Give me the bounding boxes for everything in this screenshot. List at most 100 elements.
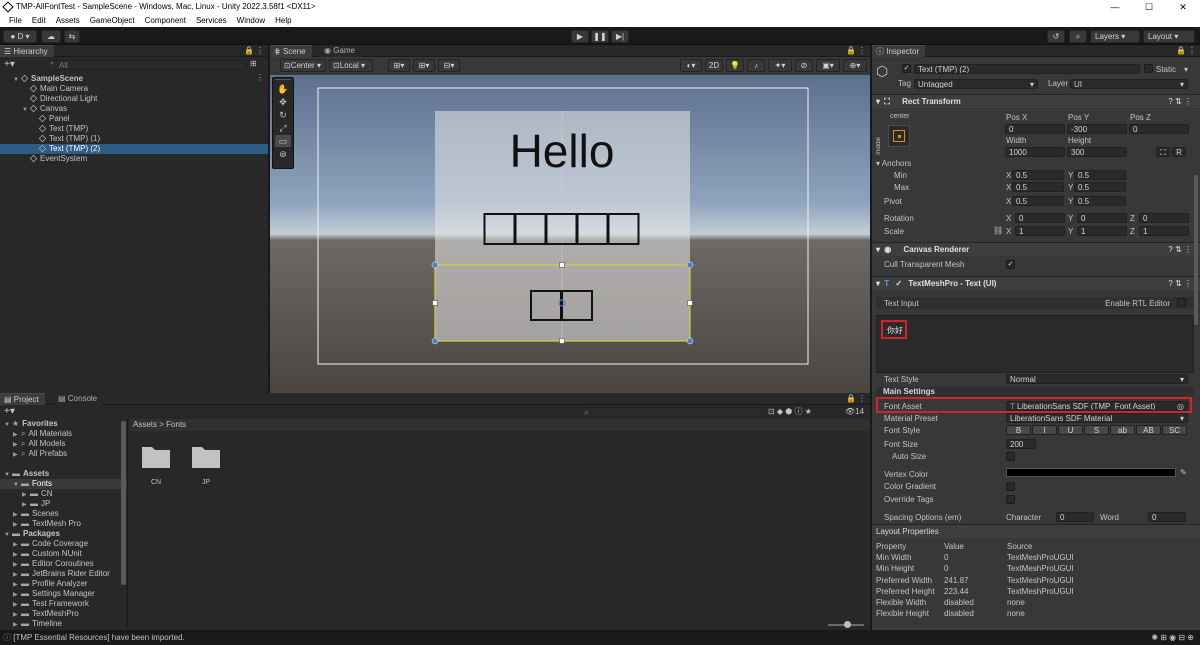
foldout-icon[interactable]: ▶ xyxy=(13,620,21,630)
anchor-max-y-field[interactable]: 0.5 xyxy=(1074,182,1126,192)
snap-icon[interactable]: ⊞▾ xyxy=(388,59,410,72)
scale-x-field[interactable]: 1 xyxy=(1015,226,1065,236)
pivot-dropdown[interactable]: ⊡Center ▾ xyxy=(280,59,326,72)
tab-scene[interactable]: ⋕ Scene xyxy=(270,45,312,57)
anchor-min-x-field[interactable]: 0.5 xyxy=(1012,170,1064,180)
project-tree-item[interactable]: ▼ ▬ Assets xyxy=(0,469,127,479)
hidden-objects-icon[interactable]: ⊘ xyxy=(795,59,813,72)
menu-help[interactable]: Help xyxy=(270,14,296,27)
menu-assets[interactable]: Assets xyxy=(51,14,85,27)
scale-tool-icon[interactable]: ⤢ xyxy=(275,122,291,134)
camera-icon[interactable]: ▣▾ xyxy=(816,59,840,72)
tab-hierarchy[interactable]: ☰ Hierarchy xyxy=(0,45,54,57)
minimize-button[interactable]: — xyxy=(1098,0,1132,14)
font-style-u-button[interactable]: U xyxy=(1058,425,1083,435)
account-button[interactable]: ● D ▾ xyxy=(3,30,37,43)
hierarchy-item[interactable]: Directional Light xyxy=(0,94,268,104)
scale-y-field[interactable]: 1 xyxy=(1077,226,1127,236)
increment-snap-icon[interactable]: ⊟▾ xyxy=(438,59,460,72)
folder-cn[interactable]: CN xyxy=(140,443,176,489)
lock-icon[interactable]: 🔒 xyxy=(846,394,856,403)
resize-handle[interactable] xyxy=(559,262,565,268)
component-menu-icon[interactable]: ? ⇅ ⋮ xyxy=(1168,243,1192,257)
component-menu-icon[interactable]: ? ⇅ ⋮ xyxy=(1168,277,1192,291)
vertex-color-swatch[interactable] xyxy=(1006,468,1176,477)
pivot-y-field[interactable]: 0.5 xyxy=(1074,196,1126,206)
gizmos-icon[interactable]: ⊕▾ xyxy=(843,59,867,72)
menu-component[interactable]: Component xyxy=(140,14,191,27)
lock-icon[interactable]: 🔒 xyxy=(1176,46,1186,55)
text-style-dropdown[interactable]: Normal ▾ xyxy=(1006,374,1188,384)
hierarchy-item[interactable]: Main Camera xyxy=(0,84,268,94)
pos-x-field[interactable]: 0 xyxy=(1005,124,1065,134)
scene-menu-icon[interactable]: ⋮ xyxy=(256,73,264,82)
foldout-icon[interactable]: ▾ xyxy=(872,245,880,254)
status-message[interactable]: [TMP Essential Resources] have been impo… xyxy=(13,633,185,642)
tab-inspector[interactable]: ⓘ Inspector xyxy=(872,45,926,57)
history-icon[interactable]: ↺ xyxy=(1047,30,1065,43)
menu-file[interactable]: File xyxy=(4,14,27,27)
pause-button[interactable]: ❚❚ xyxy=(591,30,609,43)
project-tree-scrollbar[interactable] xyxy=(121,421,126,585)
hierarchy-item[interactable]: Text (TMP) (1) xyxy=(0,134,268,144)
layout-dropdown[interactable]: Layout ▾ xyxy=(1143,30,1195,43)
scene-viewport[interactable]: Hello xyxy=(270,75,870,393)
add-icon[interactable]: +▾ xyxy=(4,406,15,417)
step-button[interactable]: ▶| xyxy=(611,30,629,43)
hierarchy-item[interactable]: Panel xyxy=(0,114,268,124)
lock-icon[interactable]: 🔒 xyxy=(244,46,254,55)
more-menu-icon[interactable]: ⋮ xyxy=(858,46,866,55)
character-spacing-field[interactable]: 0 xyxy=(1056,512,1094,522)
anchor-handle[interactable] xyxy=(686,337,694,345)
project-tree-item[interactable]: ▶ ▬ Settings Manager xyxy=(0,589,127,599)
font-style-sc-button[interactable]: SC xyxy=(1162,425,1187,435)
project-tree-item[interactable]: ▶ ▬ Editor Coroutines xyxy=(0,559,127,569)
hand-tool-icon[interactable]: ✋ xyxy=(275,83,291,95)
anchor-handle[interactable] xyxy=(686,261,694,269)
project-tree-item[interactable]: ▼ ▬ Packages xyxy=(0,529,127,539)
anchor-min-y-field[interactable]: 0.5 xyxy=(1074,170,1126,180)
status-icons[interactable]: ✺ ⊞ ◉ ⊟ ⊕ xyxy=(1151,631,1194,645)
foldout-icon[interactable]: ▾ xyxy=(872,97,880,106)
draw-mode-icon[interactable]: ◐▾ xyxy=(680,59,702,72)
search-icon[interactable]: ⌕ xyxy=(1069,30,1087,43)
grid-icon[interactable]: ⊞▾ xyxy=(413,59,435,72)
project-tree-item[interactable]: ▶ ▬ JP xyxy=(0,499,127,509)
menu-services[interactable]: Services xyxy=(191,14,232,27)
font-style-ab-button[interactable]: ab xyxy=(1110,425,1135,435)
hierarchy-item[interactable]: Text (TMP) xyxy=(0,124,268,134)
resize-handle[interactable] xyxy=(559,338,565,344)
tmp-enabled-checkbox[interactable]: ✓ xyxy=(891,279,902,288)
more-menu-icon[interactable]: ⋮ xyxy=(858,394,866,403)
resize-handle[interactable] xyxy=(432,300,438,306)
static-checkbox[interactable] xyxy=(1144,64,1153,73)
word-spacing-field[interactable]: 0 xyxy=(1148,512,1186,522)
hierarchy-item[interactable]: ▼ SampleScene xyxy=(0,74,268,84)
project-tree-item[interactable]: ▶ ⌕ All Materials xyxy=(0,429,127,439)
collab-icon[interactable]: ⇆ xyxy=(64,30,80,43)
anchors-foldout[interactable]: ▾ Anchors xyxy=(876,159,911,168)
text-input-area[interactable]: 你好 xyxy=(876,315,1194,373)
lock-icon[interactable]: 🔒 xyxy=(846,46,856,55)
filter-icon[interactable]: ⊞ xyxy=(250,59,257,68)
auto-size-checkbox[interactable] xyxy=(1006,452,1015,461)
breadcrumb-assets[interactable]: Assets xyxy=(133,420,157,429)
project-tree-item[interactable]: ▶ ▬ Custom NUnit xyxy=(0,549,127,559)
anchor-handle[interactable] xyxy=(431,337,439,345)
cull-checkbox[interactable]: ✓ xyxy=(1006,260,1015,269)
rect-transform-header[interactable]: ▾ ⛶ Rect Transform ? ⇅ ⋮ xyxy=(872,94,1200,108)
project-tree-item[interactable]: ▶ ▬ Code Coverage xyxy=(0,539,127,549)
more-menu-icon[interactable]: ⋮ xyxy=(1188,46,1196,55)
resize-handle[interactable] xyxy=(687,300,693,306)
rtl-checkbox[interactable] xyxy=(1177,298,1186,307)
add-icon[interactable]: +▾ xyxy=(4,59,15,70)
hidden-packages-count[interactable]: 👁14 xyxy=(845,407,864,416)
material-preset-dropdown[interactable]: LiberationSans SDF Material ▾ xyxy=(1006,413,1188,423)
font-style-b-button[interactable]: B xyxy=(1006,425,1031,435)
pos-z-field[interactable]: 0 xyxy=(1129,124,1189,134)
menu-edit[interactable]: Edit xyxy=(27,14,51,27)
static-dropdown-icon[interactable]: ▾ xyxy=(1184,65,1188,74)
tmp-header[interactable]: ▾ T ✓ TextMeshPro - Text (UI) ? ⇅ ⋮ xyxy=(872,276,1200,290)
menu-gameobject[interactable]: GameObject xyxy=(85,14,140,27)
rotation-x-field[interactable]: 0 xyxy=(1015,213,1065,223)
